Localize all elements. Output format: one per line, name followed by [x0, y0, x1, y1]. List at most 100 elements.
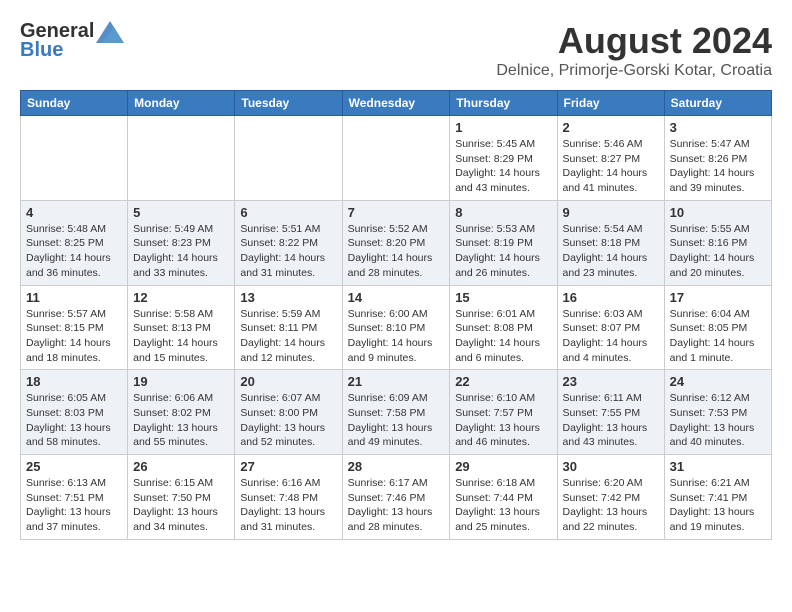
day-info: Sunrise: 5:58 AMSunset: 8:13 PMDaylight:…: [133, 307, 229, 366]
table-cell: 16Sunrise: 6:03 AMSunset: 8:07 PMDayligh…: [557, 285, 664, 370]
logo-blue: Blue: [20, 39, 63, 62]
table-cell: 23 Sunrise: 6:11 AMSunset: 7:55 PMDayligh…: [557, 370, 664, 455]
day-info: Sunrise: 6:00 AMSunset: 8:10 PMDaylight:…: [348, 307, 445, 366]
day-info: Sunrise: 5:59 AMSunset: 8:11 PMDaylight:…: [240, 307, 336, 366]
table-cell: 8 Sunrise: 5:53 AMSunset: 8:19 PMDaylight…: [450, 200, 557, 285]
day-number: 19: [133, 374, 229, 389]
table-cell: 18Sunrise: 6:05 AMSunset: 8:03 PMDayligh…: [21, 370, 128, 455]
day-info: Sunrise: 5:57 AMSunset: 8:15 PMDaylight:…: [26, 307, 122, 366]
table-cell: [128, 116, 235, 201]
day-number: 28: [348, 459, 445, 474]
table-cell: 1 Sunrise: 5:45 AMSunset: 8:29 PMDaylight…: [450, 116, 557, 201]
day-info: Sunrise: 6:20 AMSunset: 7:42 PMDaylight:…: [563, 476, 659, 535]
day-info: Sunrise: 5:54 AMSunset: 8:18 PMDaylight:…: [563, 222, 659, 281]
day-info: Sunrise: 6:04 AMSunset: 8:05 PMDaylight:…: [670, 307, 766, 366]
day-info: Sunrise: 6:01 AMSunset: 8:08 PMDaylight:…: [455, 307, 551, 366]
table-cell: 27 Sunrise: 6:16 AMSunset: 7:48 PMDayligh…: [235, 455, 342, 540]
day-number: 12: [133, 290, 229, 305]
table-cell: 30 Sunrise: 6:20 AMSunset: 7:42 PMDayligh…: [557, 455, 664, 540]
location-subtitle: Delnice, Primorje-Gorski Kotar, Croatia: [496, 62, 772, 80]
day-info: Sunrise: 5:51 AMSunset: 8:22 PMDaylight:…: [240, 222, 336, 281]
day-number: 17: [670, 290, 766, 305]
day-info: Sunrise: 5:46 AMSunset: 8:27 PMDaylight:…: [563, 137, 659, 196]
table-cell: 25 Sunrise: 6:13 AMSunset: 7:51 PMDayligh…: [21, 455, 128, 540]
logo-icon: [96, 21, 124, 43]
day-number: 26: [133, 459, 229, 474]
day-info: Sunrise: 6:11 AMSunset: 7:55 PMDaylight:…: [563, 391, 659, 450]
day-info: Sunrise: 5:55 AMSunset: 8:16 PMDaylight:…: [670, 222, 766, 281]
day-info: Sunrise: 6:15 AMSunset: 7:50 PMDaylight:…: [133, 476, 229, 535]
month-year-title: August 2024: [496, 20, 772, 62]
day-number: 5: [133, 205, 229, 220]
title-block: August 2024 Delnice, Primorje-Gorski Kot…: [496, 20, 772, 80]
day-info: Sunrise: 5:49 AMSunset: 8:23 PMDaylight:…: [133, 222, 229, 281]
table-cell: 4 Sunrise: 5:48 AMSunset: 8:25 PMDaylight…: [21, 200, 128, 285]
week-row-4: 18Sunrise: 6:05 AMSunset: 8:03 PMDayligh…: [21, 370, 772, 455]
table-cell: 7 Sunrise: 5:52 AMSunset: 8:20 PMDaylight…: [342, 200, 450, 285]
table-cell: 3 Sunrise: 5:47 AMSunset: 8:26 PMDaylight…: [664, 116, 771, 201]
table-cell: 31Sunrise: 6:21 AMSunset: 7:41 PMDayligh…: [664, 455, 771, 540]
day-number: 14: [348, 290, 445, 305]
day-number: 1: [455, 120, 551, 135]
col-sunday: Sunday: [21, 91, 128, 116]
table-cell: 19 Sunrise: 6:06 AMSunset: 8:02 PMDayligh…: [128, 370, 235, 455]
day-number: 7: [348, 205, 445, 220]
table-cell: 17 Sunrise: 6:04 AMSunset: 8:05 PMDayligh…: [664, 285, 771, 370]
day-number: 21: [348, 374, 445, 389]
table-cell: 20Sunrise: 6:07 AMSunset: 8:00 PMDayligh…: [235, 370, 342, 455]
table-cell: [21, 116, 128, 201]
day-info: Sunrise: 6:21 AMSunset: 7:41 PMDaylight:…: [670, 476, 766, 535]
col-saturday: Saturday: [664, 91, 771, 116]
table-cell: [235, 116, 342, 201]
week-row-2: 4 Sunrise: 5:48 AMSunset: 8:25 PMDaylight…: [21, 200, 772, 285]
day-info: Sunrise: 5:47 AMSunset: 8:26 PMDaylight:…: [670, 137, 766, 196]
day-number: 23: [563, 374, 659, 389]
table-cell: 6 Sunrise: 5:51 AMSunset: 8:22 PMDaylight…: [235, 200, 342, 285]
day-number: 27: [240, 459, 336, 474]
day-number: 30: [563, 459, 659, 474]
col-tuesday: Tuesday: [235, 91, 342, 116]
page-header: General Blue August 2024 Delnice, Primor…: [20, 20, 772, 80]
week-row-1: 1 Sunrise: 5:45 AMSunset: 8:29 PMDaylight…: [21, 116, 772, 201]
col-wednesday: Wednesday: [342, 91, 450, 116]
table-cell: 22Sunrise: 6:10 AMSunset: 7:57 PMDayligh…: [450, 370, 557, 455]
day-info: Sunrise: 6:13 AMSunset: 7:51 PMDaylight:…: [26, 476, 122, 535]
table-cell: 24 Sunrise: 6:12 AMSunset: 7:53 PMDayligh…: [664, 370, 771, 455]
day-info: Sunrise: 6:06 AMSunset: 8:02 PMDaylight:…: [133, 391, 229, 450]
calendar-header-row: Sunday Monday Tuesday Wednesday Thursday…: [21, 91, 772, 116]
day-number: 22: [455, 374, 551, 389]
day-info: Sunrise: 6:17 AMSunset: 7:46 PMDaylight:…: [348, 476, 445, 535]
table-cell: 14 Sunrise: 6:00 AMSunset: 8:10 PMDayligh…: [342, 285, 450, 370]
day-number: 29: [455, 459, 551, 474]
day-number: 4: [26, 205, 122, 220]
day-info: Sunrise: 6:18 AMSunset: 7:44 PMDaylight:…: [455, 476, 551, 535]
day-number: 24: [670, 374, 766, 389]
table-cell: [342, 116, 450, 201]
day-info: Sunrise: 6:12 AMSunset: 7:53 PMDaylight:…: [670, 391, 766, 450]
day-number: 8: [455, 205, 551, 220]
table-cell: 5 Sunrise: 5:49 AMSunset: 8:23 PMDaylight…: [128, 200, 235, 285]
table-cell: 13Sunrise: 5:59 AMSunset: 8:11 PMDayligh…: [235, 285, 342, 370]
day-number: 18: [26, 374, 122, 389]
day-number: 25: [26, 459, 122, 474]
table-cell: 2Sunrise: 5:46 AMSunset: 8:27 PMDaylight…: [557, 116, 664, 201]
day-info: Sunrise: 5:45 AMSunset: 8:29 PMDaylight:…: [455, 137, 551, 196]
day-number: 3: [670, 120, 766, 135]
day-info: Sunrise: 6:16 AMSunset: 7:48 PMDaylight:…: [240, 476, 336, 535]
week-row-3: 11Sunrise: 5:57 AMSunset: 8:15 PMDayligh…: [21, 285, 772, 370]
table-cell: 29 Sunrise: 6:18 AMSunset: 7:44 PMDayligh…: [450, 455, 557, 540]
col-monday: Monday: [128, 91, 235, 116]
day-info: Sunrise: 5:53 AMSunset: 8:19 PMDaylight:…: [455, 222, 551, 281]
table-cell: 10 Sunrise: 5:55 AMSunset: 8:16 PMDayligh…: [664, 200, 771, 285]
table-cell: 11Sunrise: 5:57 AMSunset: 8:15 PMDayligh…: [21, 285, 128, 370]
table-cell: 28 Sunrise: 6:17 AMSunset: 7:46 PMDayligh…: [342, 455, 450, 540]
day-number: 10: [670, 205, 766, 220]
col-thursday: Thursday: [450, 91, 557, 116]
day-number: 6: [240, 205, 336, 220]
day-number: 15: [455, 290, 551, 305]
col-friday: Friday: [557, 91, 664, 116]
day-info: Sunrise: 5:52 AMSunset: 8:20 PMDaylight:…: [348, 222, 445, 281]
day-info: Sunrise: 6:07 AMSunset: 8:00 PMDaylight:…: [240, 391, 336, 450]
day-info: Sunrise: 5:48 AMSunset: 8:25 PMDaylight:…: [26, 222, 122, 281]
day-number: 16: [563, 290, 659, 305]
